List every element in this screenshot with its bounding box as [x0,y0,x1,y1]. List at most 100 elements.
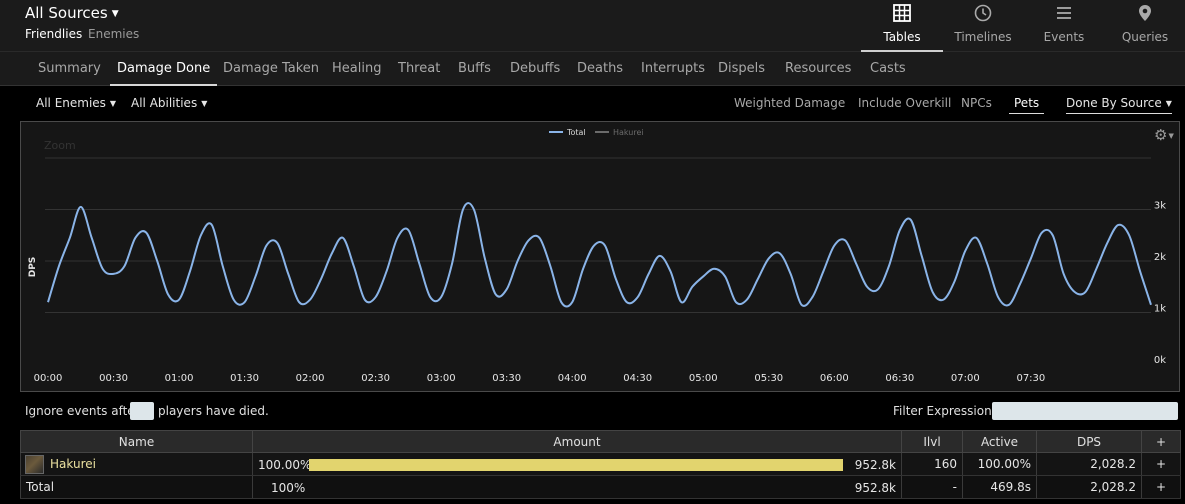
col-header-name[interactable]: Name [20,430,253,453]
avatar [25,454,44,474]
total-dps: 2,028.2 [1036,475,1142,499]
dps-chart[interactable]: 0k 1k 2k 3k 00:00 00:30 01:00 01:30 02:00 02:30 0… [20,121,1180,392]
filter-bar: All Enemies ▼ All Abilities ▼ Weighted Dam… [0,86,1185,120]
tab-resources[interactable]: Resources [778,52,858,86]
view-timelines-button[interactable]: Timelines [942,0,1024,52]
x-tick-label: 04:30 [623,373,652,384]
tab-damage-taken[interactable]: Damage Taken [216,52,326,86]
x-tick-label: 04:00 [558,373,587,384]
tab-debuffs[interactable]: Debuffs [503,52,567,86]
total-expand-button[interactable]: + [1141,475,1181,499]
view-queries-button[interactable]: Queries [1104,0,1185,52]
chart-settings-button[interactable]: ⚙▼ [1154,126,1174,144]
x-tick-label: 02:30 [361,373,390,384]
chevron-down-icon: ▼ [111,9,119,19]
total-active: 469.8s [962,475,1037,499]
y-tick-label: 2k [1154,252,1166,263]
report-tabs: Summary Damage Done Damage Taken Healing… [0,52,1185,86]
enemies-toggle[interactable]: Enemies [88,27,139,41]
enemies-dropdown[interactable]: All Enemies ▼ [36,96,116,110]
x-tick-label: 01:30 [230,373,259,384]
npcs-toggle[interactable]: NPCs [961,96,992,110]
x-tick-label: 00:30 [99,373,128,384]
table-icon [861,0,943,30]
x-tick-label: 05:30 [754,373,783,384]
list-icon [1023,0,1105,30]
tab-damage-done[interactable]: Damage Done [110,52,218,86]
done-by-source-dropdown[interactable]: Done By Source ▼ [1066,96,1172,114]
done-by-source-label: Done By Source [1066,96,1162,110]
damage-table: Name Amount Ilvl Active DPS + Hakurei 10… [20,430,1181,499]
tab-casts[interactable]: Casts [863,52,913,86]
total-ilvl: - [901,475,963,499]
tab-deaths[interactable]: Deaths [570,52,630,86]
x-tick-label: 01:00 [165,373,194,384]
ignore-events-suffix: players have died. [158,404,269,418]
map-pin-icon [1104,0,1185,30]
zoom-label[interactable]: Zoom [44,139,76,152]
x-tick-label: 06:30 [885,373,914,384]
chevron-down-icon: ▼ [1168,132,1174,140]
player-name[interactable]: Hakurei [50,457,96,471]
abilities-dropdown[interactable]: All Abilities ▼ [131,96,207,110]
filter-expression-label: Filter Expression: [893,404,996,418]
y-tick-label: 0k [1154,355,1166,366]
weighted-damage-toggle[interactable]: Weighted Damage [734,96,845,110]
tab-buffs[interactable]: Buffs [451,52,498,86]
x-tick-label: 07:00 [951,373,980,384]
name-cell[interactable]: Hakurei [20,452,253,476]
y-tick-label: 1k [1154,304,1166,315]
chevron-down-icon: ▼ [109,99,117,108]
col-header-add[interactable]: + [1141,430,1181,453]
enemies-dropdown-label: All Enemies [36,96,106,110]
col-header-active[interactable]: Active [962,430,1037,453]
total-label: Total [20,475,253,499]
chevron-down-icon: ▼ [1165,99,1172,108]
view-tables-label: Tables [883,30,921,44]
table-row[interactable]: Hakurei 100.00% 952.8k 160 100.00% 2,028… [20,452,1181,476]
table-header-row: Name Amount Ilvl Active DPS + [20,430,1181,453]
expand-row-button[interactable]: + [1141,452,1181,476]
dps-cell: 2,028.2 [1036,452,1142,476]
tab-summary[interactable]: Summary [31,52,108,86]
view-timelines-label: Timelines [954,30,1012,44]
tab-dispels[interactable]: Dispels [711,52,772,86]
tab-threat[interactable]: Threat [391,52,447,86]
view-tables-button[interactable]: Tables [861,0,943,52]
series-line-total [47,202,1152,308]
chart-legend[interactable]: Total Hakurei [549,128,644,137]
tab-interrupts[interactable]: Interrupts [634,52,712,86]
source-dropdown-label: All Sources [25,4,108,22]
active-cell: 100.00% [962,452,1037,476]
chevron-down-icon: ▼ [201,99,208,108]
friendlies-toggle[interactable]: Friendlies [25,27,82,41]
include-overkill-toggle[interactable]: Include Overkill [858,96,951,110]
x-tick-label: 05:00 [689,373,718,384]
top-header: All Sources ▼ Friendlies Enemies Tables T… [0,0,1185,52]
filter-expression-input[interactable] [992,402,1178,420]
x-axis-ticks: 00:00 00:30 01:00 01:30 02:00 02:30 03:00 03:30… [34,373,1046,384]
x-tick-label: 06:00 [820,373,849,384]
total-amount-cell: 100% 952.8k [252,475,902,499]
col-header-dps[interactable]: DPS [1036,430,1142,453]
chart-canvas: 0k1k2k3k 00:00 00:30 01:00 01:30 02:00 02:30 0… [28,128,1166,384]
y-axis-label: DPS [28,257,38,278]
total-amount: 952.8k [854,481,896,495]
tab-healing[interactable]: Healing [325,52,388,86]
source-dropdown[interactable]: All Sources ▼ [25,4,119,22]
x-tick-label: 02:00 [296,373,325,384]
chart-series [47,202,1152,308]
amount-bar-fill [309,459,843,471]
total-percent: 100% [271,481,306,495]
options-row: Ignore events after players have died. F… [0,400,1185,422]
ignore-deaths-input[interactable] [130,402,154,420]
view-events-label: Events [1043,30,1085,44]
amount-bar [309,459,843,471]
legend-label-total: Total [566,128,586,137]
pets-toggle[interactable]: Pets [1009,96,1045,114]
clock-icon [942,0,1024,30]
view-events-button[interactable]: Events [1023,0,1105,52]
amount-percent: 100.00% [258,458,312,472]
col-header-amount[interactable]: Amount [252,430,902,453]
col-header-ilvl[interactable]: Ilvl [901,430,963,453]
